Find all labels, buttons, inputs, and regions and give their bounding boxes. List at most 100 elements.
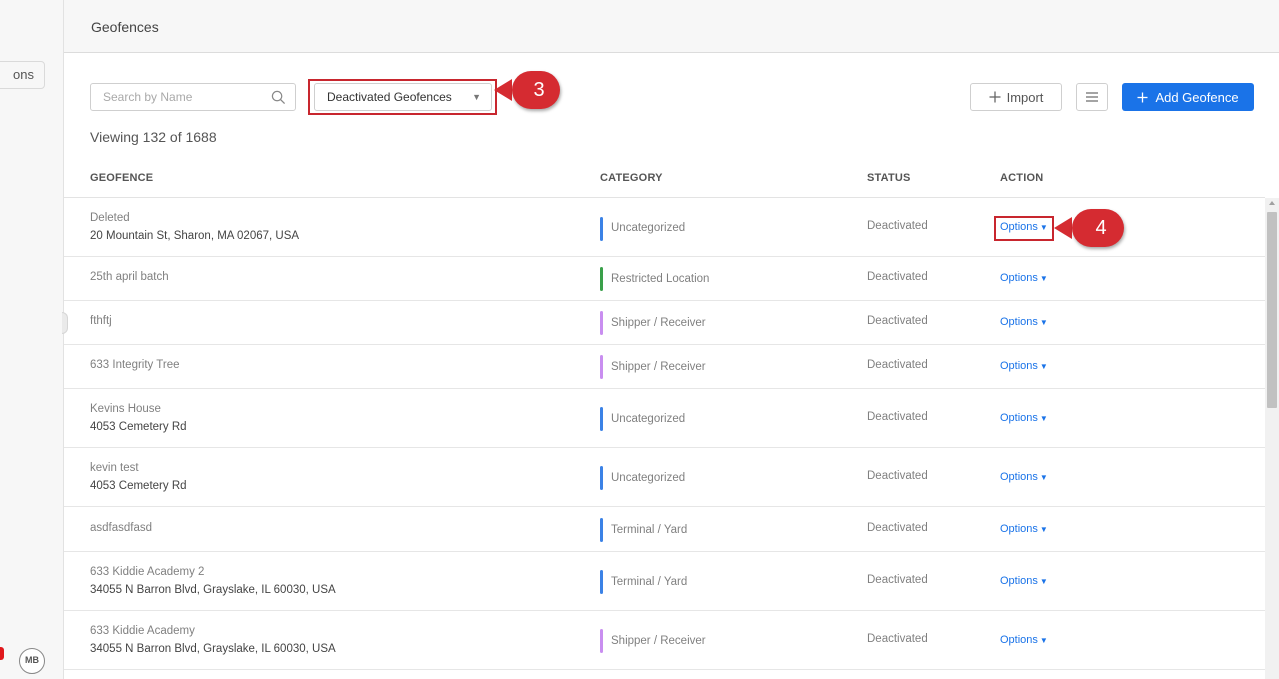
search-box[interactable] (90, 83, 296, 111)
column-menu-button[interactable] (1076, 83, 1108, 111)
hamburger-icon (1086, 92, 1098, 102)
callout-number: 3 (512, 71, 560, 109)
category-label: Terminal / Yard (611, 524, 688, 536)
caret-down-icon: ▼ (1039, 636, 1048, 645)
callout-number: 4 (1072, 209, 1124, 247)
status-label: Deactivated (867, 574, 928, 586)
import-label: Import (1006, 89, 1044, 105)
caret-down-icon: ▼ (1039, 318, 1048, 327)
caret-down-icon: ▼ (1039, 362, 1048, 371)
options-label: Options (1000, 634, 1038, 646)
table-row: 633 Integrity Tree Shipper / Receiver De… (64, 345, 1265, 389)
page-header: Geofences (64, 0, 1279, 53)
search-input[interactable] (103, 84, 273, 110)
category-color-bar (600, 518, 603, 542)
geofence-name: Kevins House (90, 403, 161, 415)
annotation-highlight-filter (308, 79, 497, 115)
sidebar: ons MB (0, 0, 64, 679)
category-color-bar (600, 407, 603, 431)
category-label: Uncategorized (611, 413, 686, 425)
options-dropdown[interactable]: Options ▼ (1000, 272, 1048, 284)
column-header-category[interactable]: CATEGORY (600, 172, 663, 184)
caret-down-icon: ▼ (1039, 274, 1048, 283)
import-button[interactable]: Import (970, 83, 1062, 111)
status-label: Deactivated (867, 470, 928, 482)
table-header: GEOFENCE CATEGORY STATUS ACTION (64, 160, 1265, 198)
geofence-name: 25th april batch (90, 271, 169, 283)
category-label: Restricted Location (611, 273, 710, 285)
options-label: Options (1000, 272, 1038, 284)
add-geofence-label: Add Geofence (1155, 89, 1239, 105)
avatar[interactable]: MB (19, 648, 45, 674)
status-label: Deactivated (867, 315, 928, 327)
category-label: Terminal / Yard (611, 576, 688, 588)
status-label: Deactivated (867, 522, 928, 534)
status-label: Deactivated (867, 633, 928, 645)
options-dropdown[interactable]: Options ▼ (1000, 316, 1048, 328)
callout-pointer (494, 79, 512, 101)
category-color-bar (600, 355, 603, 379)
add-geofence-button[interactable]: Add Geofence (1122, 83, 1254, 111)
category-label: Shipper / Receiver (611, 635, 706, 647)
page-title: Geofences (91, 19, 159, 35)
annotation-highlight-options (994, 216, 1054, 241)
options-label: Options (1000, 316, 1038, 328)
result-count: Viewing 132 of 1688 (90, 129, 217, 145)
geofence-address: 4053 Cemetery Rd (90, 480, 187, 492)
category-label: Uncategorized (611, 222, 686, 234)
geofence-name: Deleted (90, 212, 130, 224)
options-dropdown[interactable]: Options ▼ (1000, 634, 1048, 646)
caret-down-icon: ▼ (1039, 414, 1048, 423)
category-label: Shipper / Receiver (611, 361, 706, 373)
sidebar-item[interactable]: ons (0, 61, 45, 89)
plus-icon (1137, 92, 1148, 102)
category-color-bar (600, 629, 603, 653)
options-label: Options (1000, 360, 1038, 372)
geofence-name: asdfasdfasd (90, 522, 153, 534)
category-color-bar (600, 267, 603, 291)
plus-icon (989, 91, 1001, 103)
caret-down-icon: ▼ (1039, 577, 1048, 586)
caret-down-icon: ▼ (1039, 473, 1048, 482)
options-dropdown[interactable]: Options ▼ (1000, 471, 1048, 483)
status-label: Deactivated (867, 411, 928, 423)
options-dropdown[interactable]: Options ▼ (1000, 360, 1048, 372)
geofence-name: 633 Integrity Tree (90, 359, 180, 371)
scroll-up-arrow-icon[interactable] (1269, 201, 1275, 205)
status-label: Deactivated (867, 271, 928, 283)
caret-down-icon: ▼ (1039, 525, 1048, 534)
status-label: Deactivated (867, 220, 928, 232)
category-color-bar (600, 311, 603, 335)
table-row: 633 Kiddie Academy 2 34055 N Barron Blvd… (64, 552, 1265, 611)
geofence-name: 633 Kiddie Academy 2 (90, 566, 205, 578)
category-color-bar (600, 466, 603, 490)
notification-icon[interactable] (0, 647, 4, 660)
scrollbar-thumb[interactable] (1267, 212, 1277, 408)
options-label: Options (1000, 412, 1038, 424)
options-dropdown[interactable]: Options ▼ (1000, 575, 1048, 587)
annotation-callout-3: 3 (494, 71, 560, 109)
column-header-status[interactable]: STATUS (867, 172, 911, 184)
options-dropdown[interactable]: Options ▼ (1000, 412, 1048, 424)
options-label: Options (1000, 523, 1038, 535)
search-icon[interactable] (271, 90, 286, 105)
table-row: 633 Kiddie Academy 34055 N Barron Blvd, … (64, 611, 1265, 670)
table-scrollbar[interactable] (1265, 198, 1279, 679)
geofence-name: 633 Kiddie Academy (90, 625, 195, 637)
geofence-address: 34055 N Barron Blvd, Grayslake, IL 60030… (90, 584, 336, 596)
table-row: Kevins House 4053 Cemetery Rd Uncategori… (64, 389, 1265, 448)
options-label: Options (1000, 575, 1038, 587)
options-dropdown[interactable]: Options ▼ (1000, 523, 1048, 535)
category-color-bar (600, 570, 603, 594)
table-row: asdfasdfasd Terminal / Yard Deactivated … (64, 507, 1265, 552)
geofence-table: Deleted 20 Mountain St, Sharon, MA 02067… (64, 198, 1265, 670)
geofence-address: 34055 N Barron Blvd, Grayslake, IL 60030… (90, 643, 336, 655)
column-header-geofence[interactable]: GEOFENCE (90, 172, 153, 184)
geofence-name: fthftj (90, 315, 112, 327)
table-row: 25th april batch Restricted Location Dea… (64, 257, 1265, 301)
category-label: Shipper / Receiver (611, 317, 706, 329)
callout-pointer (1054, 217, 1072, 239)
table-row: fthftj Shipper / Receiver Deactivated Op… (64, 301, 1265, 345)
table-row: kevin test 4053 Cemetery Rd Uncategorize… (64, 448, 1265, 507)
category-label: Uncategorized (611, 472, 686, 484)
